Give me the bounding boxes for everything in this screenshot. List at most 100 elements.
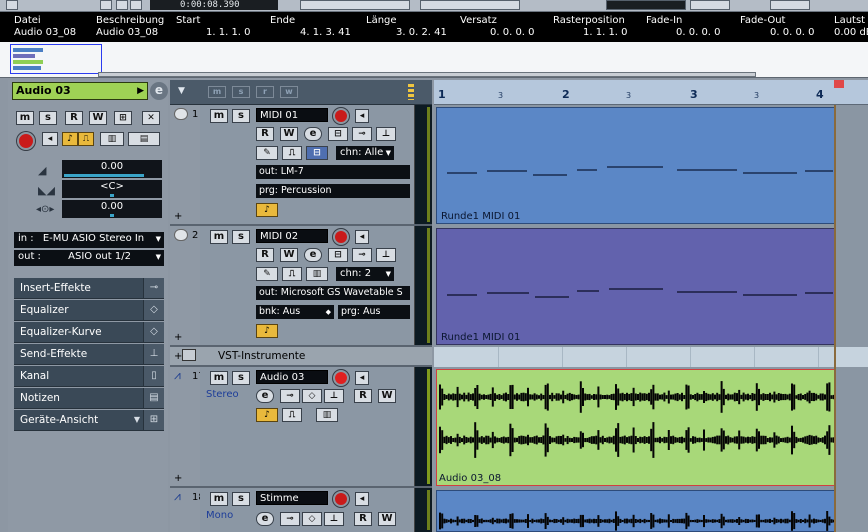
program-select[interactable]: prg: Aus	[338, 305, 410, 319]
folder-track-vst-instrumente[interactable]: + VST-Instrumente	[170, 347, 432, 367]
arrange-window[interactable]: 1 3 2 3 3 3 4 Runde1 MIDI 01 Runde1 MIDI…	[434, 80, 868, 532]
pencil-icon[interactable]: ✎	[256, 146, 278, 160]
record-enable-button[interactable]	[17, 132, 35, 150]
audio-event-stimme[interactable]	[436, 490, 836, 532]
mute-button[interactable]: m	[16, 111, 34, 125]
pencil-icon[interactable]: ✎	[256, 267, 278, 281]
section-geraete-ansicht[interactable]: Geräte-Ansicht ▼ ⊞	[14, 410, 164, 431]
clock-icon[interactable]	[174, 108, 188, 120]
project-overview[interactable]	[0, 42, 868, 78]
mute-button[interactable]: m	[210, 109, 228, 123]
timeline-ruler[interactable]: 1 3 2 3 3 3 4	[434, 80, 868, 105]
mute-button[interactable]: m	[210, 230, 228, 244]
read-button[interactable]: R	[354, 512, 372, 526]
delay-display[interactable]: 0.00	[62, 200, 162, 218]
locator-marker[interactable]	[834, 80, 844, 88]
edit-button[interactable]: e	[256, 512, 274, 526]
timebase-icon[interactable]: ▥	[306, 267, 328, 281]
read-button[interactable]: R	[354, 389, 372, 403]
music-note-icon[interactable]: ♪	[256, 408, 278, 422]
read-button[interactable]: R	[256, 248, 274, 262]
monitor-icon[interactable]: ◂	[355, 371, 369, 385]
track-midi-02[interactable]: 2 m s MIDI 02 ◂ R W e ⊟ ⊸ ⊥ ✎ ⎍ ▥ chn: 2…	[170, 226, 432, 347]
toolbar-buttons[interactable]	[770, 0, 810, 10]
overview-selection[interactable]	[10, 44, 102, 74]
clock-icon[interactable]	[174, 229, 188, 241]
input-routing[interactable]: in : E-MU ASIO Stereo In ▼	[14, 232, 164, 248]
tool-button[interactable]	[116, 0, 128, 10]
drum-map-icon[interactable]: ⊟	[306, 146, 328, 160]
freeze-icon[interactable]: ⊞	[114, 111, 132, 125]
global-solo-button[interactable]: s	[232, 86, 250, 98]
music-note-icon[interactable]: ♪	[256, 324, 278, 338]
music-note-icon[interactable]: ♪	[256, 203, 278, 217]
toolbar-buttons[interactable]	[420, 0, 520, 10]
write-button[interactable]: W	[378, 512, 396, 526]
lock-icon[interactable]: ⎍	[282, 146, 302, 160]
volume-display[interactable]: 0.00	[62, 160, 162, 178]
record-enable-button[interactable]	[333, 370, 349, 386]
mute-button[interactable]: m	[210, 492, 228, 506]
tool-button[interactable]	[6, 0, 18, 10]
monitor-icon[interactable]: ◂	[42, 132, 58, 146]
section-insert-effekte[interactable]: Insert-Effekte ⊸	[14, 278, 164, 299]
track-audio-03[interactable]: ⩘ 17 m s Audio 03 ◂ Stereo e ⊸ ◇ ⊥ R W ♪…	[170, 367, 432, 488]
eq-icon[interactable]: ◇	[302, 512, 322, 526]
write-button[interactable]: W	[280, 248, 298, 262]
global-mute-button[interactable]: m	[208, 86, 226, 98]
eq-icon[interactable]: ◇	[302, 389, 322, 403]
midi-part-2[interactable]: Runde1 MIDI 01	[436, 228, 836, 345]
mute-button[interactable]: m	[210, 371, 228, 385]
record-enable-button[interactable]	[333, 108, 349, 124]
midi-output[interactable]: out: LM-7	[256, 165, 410, 179]
track-stimme[interactable]: ⩘ 18 m s Stimme ◂ Mono e ⊸ ◇ ⊥ R W	[170, 488, 432, 532]
record-enable-button[interactable]	[333, 491, 349, 507]
toolbar-buttons[interactable]	[690, 0, 730, 10]
track-name[interactable]: MIDI 01	[256, 108, 328, 122]
edit-button[interactable]: e	[304, 248, 322, 262]
track-name[interactable]: Stimme	[256, 491, 328, 505]
chevron-down-icon[interactable]: ▼	[178, 86, 185, 96]
bank-select[interactable]: bnk: Aus ◆	[256, 305, 334, 319]
midi-part-1[interactable]: Runde1 MIDI 01	[436, 107, 836, 224]
section-send-effekte[interactable]: Send-Effekte ⊥	[14, 344, 164, 365]
global-write-button[interactable]: w	[280, 86, 298, 98]
write-button[interactable]: W	[280, 127, 298, 141]
track-name[interactable]: Audio 03	[256, 370, 328, 384]
section-notizen[interactable]: Notizen ▤	[14, 388, 164, 409]
overview-scrollbar[interactable]	[98, 72, 756, 77]
insert-icon[interactable]: ⊟	[328, 127, 348, 141]
expand-icon[interactable]: +	[174, 332, 182, 343]
solo-button[interactable]: s	[39, 111, 57, 125]
midi-channel-select[interactable]: chn: 2 ▼	[336, 267, 394, 281]
timebase-icon[interactable]: ▥	[100, 132, 124, 146]
send-icon[interactable]: ⊸	[352, 127, 372, 141]
lock-icon[interactable]: ⎍	[78, 132, 94, 146]
send-icon[interactable]: ⊥	[324, 512, 344, 526]
insert-icon[interactable]: ⊸	[280, 389, 300, 403]
global-read-button[interactable]: r	[256, 86, 274, 98]
output-routing[interactable]: out : ASIO out 1/2 ▼	[14, 250, 164, 266]
solo-button[interactable]: s	[232, 230, 250, 244]
pan-display[interactable]: <C>	[62, 180, 162, 198]
edit-button[interactable]: e	[304, 127, 322, 141]
section-kanal[interactable]: Kanal ▯	[14, 366, 164, 387]
channel-view-icon[interactable]: ▤	[128, 132, 160, 146]
toolbar-buttons[interactable]	[300, 0, 410, 10]
expand-icon[interactable]: +	[174, 473, 182, 484]
eq-icon[interactable]: ⊥	[376, 248, 396, 262]
track-midi-01[interactable]: 1 m s MIDI 01 ◂ R W e ⊟ ⊸ ⊥ ✎ ⎍ ⊟ chn: A…	[170, 105, 432, 226]
playback-cursor[interactable]	[834, 105, 836, 532]
edit-button[interactable]: e	[256, 389, 274, 403]
timebase-icon[interactable]: ▥	[316, 408, 338, 422]
tool-button[interactable]	[100, 0, 112, 10]
audio-event[interactable]: Audio 03_08	[436, 369, 836, 486]
track-colors-icon[interactable]	[408, 84, 414, 100]
section-equalizer-kurve[interactable]: Equalizer-Kurve ◇	[14, 322, 164, 343]
expand-icon[interactable]: +	[174, 211, 182, 222]
midi-channel-select[interactable]: chn: Alle ▼	[336, 146, 394, 160]
inspector-track-name[interactable]: Audio 03 ▶	[12, 82, 148, 100]
eq-icon[interactable]: ⊥	[376, 127, 396, 141]
solo-button[interactable]: s	[232, 492, 250, 506]
track-name[interactable]: MIDI 02	[256, 229, 328, 243]
